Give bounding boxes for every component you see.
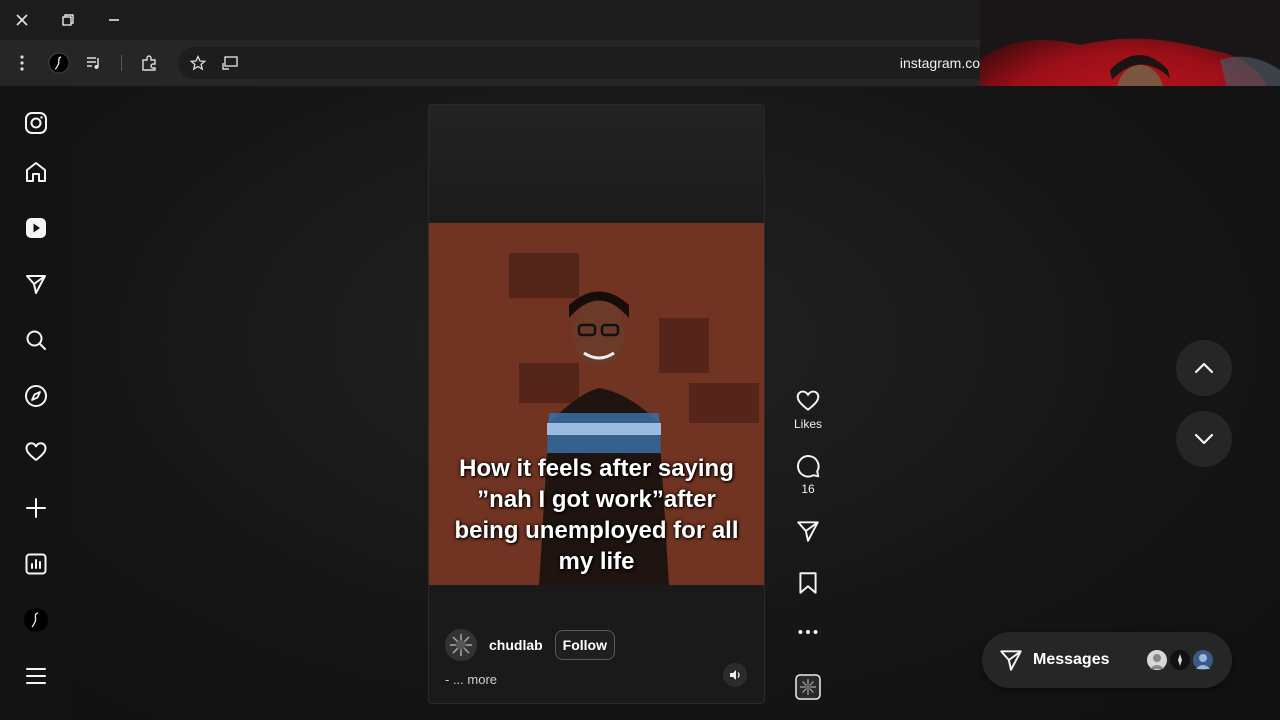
comment-icon bbox=[797, 455, 820, 478]
save-button[interactable] bbox=[790, 570, 826, 596]
notifications-heart-icon[interactable] bbox=[20, 436, 52, 468]
browser-toolbar: instagram.co bbox=[0, 40, 980, 86]
messages-label: Messages bbox=[1033, 651, 1110, 668]
home-icon[interactable] bbox=[20, 156, 52, 188]
minimize-window-icon[interactable] bbox=[102, 8, 126, 32]
message-avatar bbox=[1168, 648, 1192, 672]
share-button[interactable] bbox=[790, 518, 826, 544]
description-more-link[interactable]: - ... more bbox=[445, 672, 497, 687]
extensions-icon[interactable] bbox=[137, 51, 161, 75]
messages-send-icon bbox=[1000, 650, 1022, 671]
chevron-down-icon bbox=[1194, 433, 1214, 445]
like-button[interactable]: Likes bbox=[790, 388, 826, 431]
address-field[interactable]: instagram.co bbox=[178, 47, 980, 79]
caption-line: How it feels after saying bbox=[459, 455, 734, 482]
browser-menu-icon[interactable] bbox=[10, 51, 34, 75]
cast-screen-icon[interactable] bbox=[218, 51, 242, 75]
close-window-icon[interactable] bbox=[10, 8, 34, 32]
direct-send-icon[interactable] bbox=[20, 268, 52, 300]
comments-count: 16 bbox=[801, 482, 815, 496]
heart-icon bbox=[796, 390, 820, 411]
instagram-logo-icon[interactable] bbox=[20, 107, 52, 139]
previous-reel-button[interactable] bbox=[1176, 340, 1232, 396]
dashboard-icon[interactable] bbox=[20, 548, 52, 580]
menu-icon[interactable] bbox=[20, 660, 52, 692]
threads-profile-icon[interactable] bbox=[20, 604, 52, 636]
caption-line: my life bbox=[558, 548, 635, 575]
message-avatar bbox=[1191, 648, 1215, 672]
media-controls-icon[interactable] bbox=[82, 51, 106, 75]
instagram-sidebar bbox=[0, 86, 72, 720]
likes-label: Likes bbox=[793, 417, 822, 431]
url-text: instagram.co bbox=[899, 55, 980, 71]
chevron-up-icon bbox=[1194, 362, 1214, 374]
profile-avatar-icon[interactable] bbox=[47, 51, 71, 75]
search-icon[interactable] bbox=[20, 324, 52, 356]
message-avatar bbox=[1145, 648, 1169, 672]
browser-titlebar bbox=[0, 0, 980, 40]
bookmark-icon bbox=[799, 572, 817, 594]
ellipsis-icon bbox=[798, 630, 818, 634]
caption-line: being unemployed for all bbox=[454, 517, 739, 544]
bookmark-star-icon[interactable] bbox=[186, 51, 210, 75]
audio-track-button[interactable] bbox=[790, 674, 826, 700]
send-icon bbox=[797, 521, 819, 542]
volume-icon[interactable] bbox=[723, 663, 747, 687]
author-username[interactable]: chudlab bbox=[489, 637, 543, 653]
next-reel-button[interactable] bbox=[1176, 411, 1232, 467]
create-plus-icon[interactable] bbox=[20, 492, 52, 524]
toolbar-divider bbox=[121, 55, 122, 71]
reel-caption: How it feels after saying ”nah I got wor… bbox=[429, 453, 764, 577]
reels-icon[interactable] bbox=[20, 212, 52, 244]
follow-button[interactable]: Follow bbox=[554, 630, 615, 660]
messages-button[interactable]: Messages bbox=[982, 632, 1232, 688]
reel-top-area bbox=[429, 105, 764, 223]
caption-line: ”nah I got work”after bbox=[477, 486, 716, 513]
author-avatar[interactable] bbox=[445, 629, 477, 661]
explore-compass-icon[interactable] bbox=[20, 380, 52, 412]
reel-card[interactable]: How it feels after saying ”nah I got wor… bbox=[428, 104, 765, 704]
audio-thumbnail-icon bbox=[795, 674, 821, 700]
comment-button[interactable]: 16 bbox=[790, 453, 826, 496]
restore-window-icon[interactable] bbox=[56, 8, 80, 32]
reel-author: chudlab Follow bbox=[445, 629, 615, 661]
reel-video[interactable]: How it feels after saying ”nah I got wor… bbox=[429, 223, 764, 585]
more-options-button[interactable] bbox=[790, 624, 826, 640]
